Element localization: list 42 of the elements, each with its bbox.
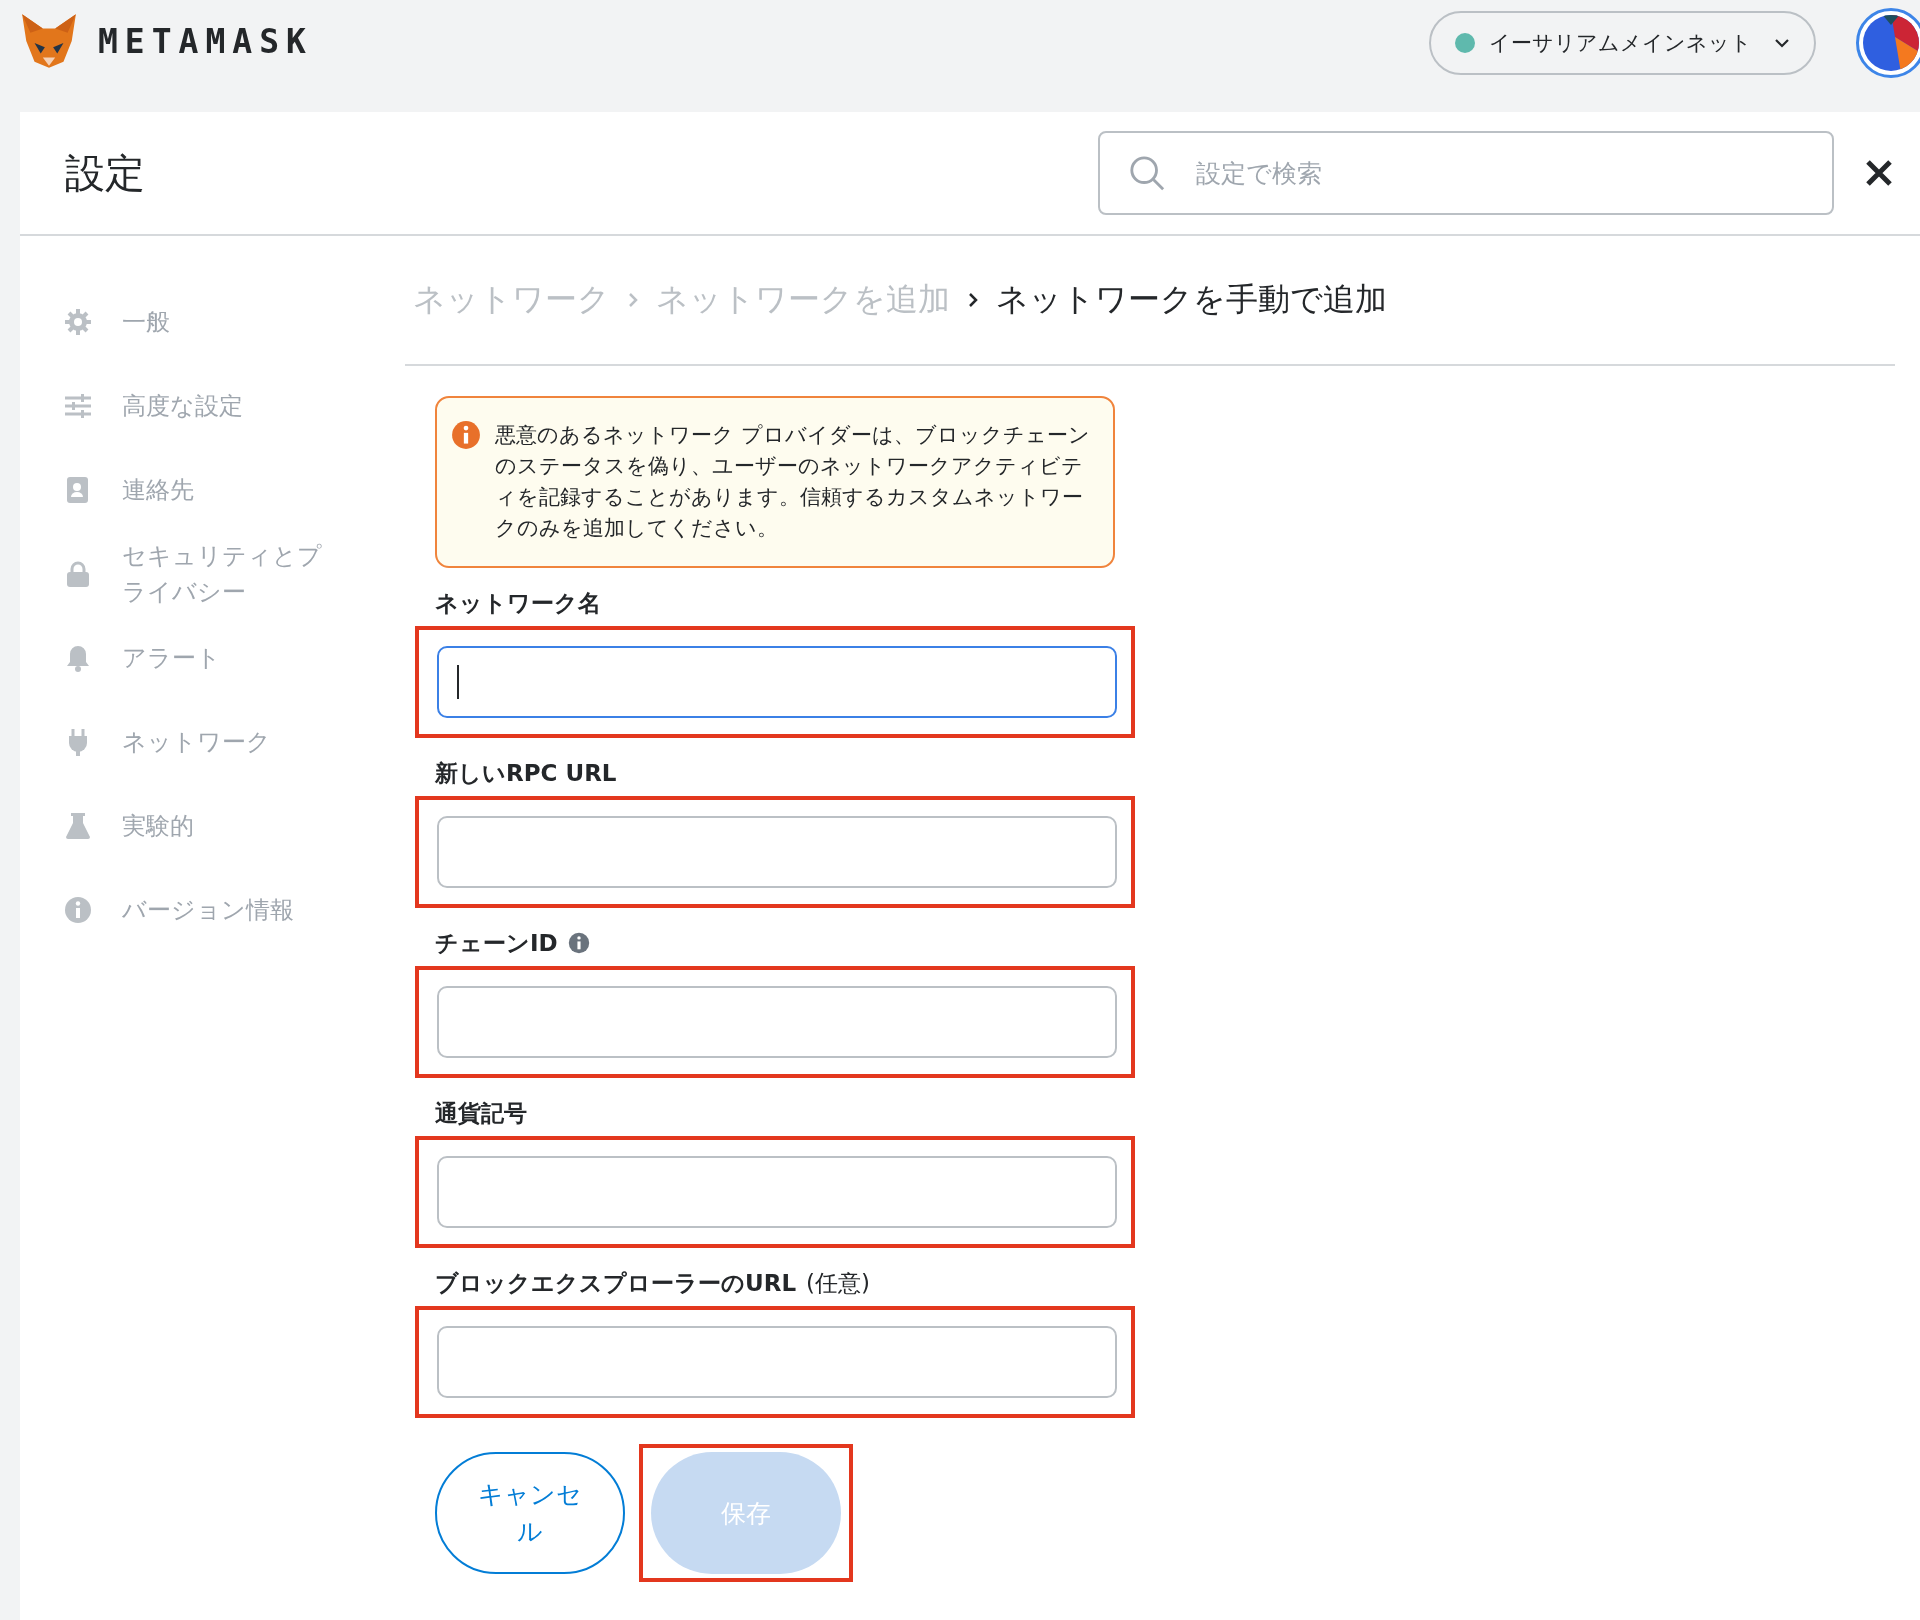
network-selector[interactable]: イーサリアムメインネット: [1429, 11, 1816, 75]
cancel-button[interactable]: キャンセル: [435, 1452, 625, 1574]
info-icon: [451, 420, 481, 450]
sidebar-item[interactable]: バージョン情報: [20, 868, 385, 952]
text-input[interactable]: [437, 1326, 1117, 1398]
lock-icon: [64, 560, 92, 588]
sidebar-item[interactable]: セキュリティとプライバシー: [20, 532, 385, 616]
sidebar-item[interactable]: 連絡先: [20, 448, 385, 532]
search-field[interactable]: 設定で検索: [1098, 131, 1834, 215]
sidebar-item[interactable]: 実験的: [20, 784, 385, 868]
field-label: チェーンID: [435, 928, 558, 958]
settings-title: 設定: [65, 148, 146, 198]
close-icon: [1864, 158, 1894, 188]
search-icon: [1128, 154, 1166, 192]
bell-icon: [64, 644, 92, 672]
chevron-icon: [628, 292, 638, 308]
chevron-icon: [968, 292, 978, 308]
field-label: ブロックエクスプローラーのURL: [435, 1268, 797, 1298]
flask-icon: [64, 812, 92, 840]
field-label: ネットワーク名: [435, 588, 601, 618]
breadcrumb-item[interactable]: ネットワークを追加: [656, 278, 950, 322]
warning-text: 悪意のあるネットワーク プロバイダーは、ブロックチェーンのステータスを偽り、ユーザーのネットワークアクティビティを記録することがあります。信頼するカスタムネットワークのみを追加してください。: [495, 422, 1091, 542]
logo-text: METAMASK: [98, 21, 313, 61]
text-input[interactable]: [437, 986, 1117, 1058]
breadcrumb-item: ネットワークを手動で追加: [996, 279, 1387, 320]
sidebar-item[interactable]: 一般: [20, 280, 385, 364]
sidebar-item[interactable]: アラート: [20, 616, 385, 700]
text-input[interactable]: [437, 1156, 1117, 1228]
sidebar-item[interactable]: 高度な設定: [20, 364, 385, 448]
optional-note: (任意): [806, 1268, 870, 1298]
info-icon: [64, 896, 92, 924]
field-label: 新しいRPC URL: [435, 758, 617, 788]
sidebar-item[interactable]: ネットワーク: [20, 700, 385, 784]
text-input[interactable]: [437, 816, 1117, 888]
gear-icon: [64, 308, 92, 336]
breadcrumb-item[interactable]: ネットワーク: [413, 278, 610, 322]
field-label: 通貨記号: [435, 1098, 527, 1128]
text-input[interactable]: [437, 646, 1117, 718]
info-icon: [567, 932, 590, 954]
sliders-icon: [64, 392, 92, 420]
caret-icon: [1774, 38, 1790, 48]
account-avatar[interactable]: [1856, 8, 1920, 78]
